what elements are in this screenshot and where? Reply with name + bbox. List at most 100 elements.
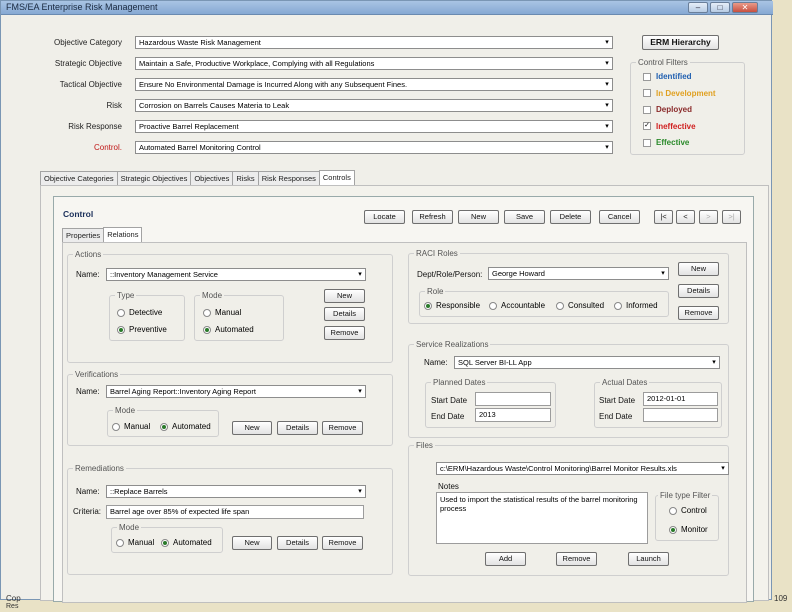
raci-new-button[interactable]: New	[678, 262, 719, 276]
radio-checked-icon	[669, 525, 677, 534]
footer-reserved: Res	[6, 603, 19, 610]
actions-name-select[interactable]: ::Inventory Management Service ▾	[106, 268, 366, 281]
radio-label: Automated	[172, 422, 211, 431]
files-title: Files	[414, 441, 435, 450]
chevron-down-icon: ▾	[709, 357, 719, 368]
actions-details-button[interactable]: Details	[324, 307, 365, 321]
header-row-select[interactable]: Ensure No Environmental Damage is Incurr…	[135, 78, 613, 91]
actions-mode-automated[interactable]: Automated	[203, 325, 254, 334]
raci-remove-button[interactable]: Remove	[678, 306, 719, 320]
files-remove-button[interactable]: Remove	[556, 552, 597, 566]
tab-strategic-objectives[interactable]: Strategic Objectives	[116, 171, 192, 185]
verifications-mode-manual[interactable]: Manual	[112, 422, 150, 431]
next-record-button[interactable]: >	[699, 210, 718, 224]
radio-label: Automated	[215, 325, 254, 334]
locate-button[interactable]: Locate	[364, 210, 405, 224]
actions-mode-manual[interactable]: Manual	[203, 308, 241, 317]
new-button[interactable]: New	[458, 210, 499, 224]
raci-role-responsible[interactable]: Responsible	[424, 301, 480, 310]
files-notes-textarea[interactable]: Used to import the statistical results o…	[436, 492, 648, 544]
tab-controls[interactable]: Controls	[318, 170, 355, 185]
header-row-value: Proactive Barrel Replacement	[139, 122, 239, 131]
checkbox-icon	[643, 89, 651, 98]
filter-label: Ineffective	[656, 121, 696, 131]
filter-identified[interactable]: Identified	[643, 72, 692, 81]
verifications-mode-automated[interactable]: Automated	[160, 422, 211, 431]
control-title: Control	[63, 209, 94, 219]
file-filter-control[interactable]: Control	[669, 506, 707, 515]
files-add-button[interactable]: Add	[485, 552, 526, 566]
verifications-new-button[interactable]: New	[232, 421, 272, 435]
verifications-details-button[interactable]: Details	[277, 421, 318, 435]
file-filter-monitor[interactable]: Monitor	[669, 525, 708, 534]
actions-mode-title: Mode	[200, 291, 225, 300]
radio-icon	[669, 506, 677, 515]
raci-details-button[interactable]: Details	[678, 284, 719, 298]
erm-hierarchy-button[interactable]: ERM Hierarchy	[642, 35, 719, 50]
radio-label: Informed	[626, 301, 658, 310]
remediations-new-button[interactable]: New	[232, 536, 272, 550]
header-row-value: Automated Barrel Monitoring Control	[139, 143, 261, 152]
subtab-relations[interactable]: Relations	[103, 227, 143, 242]
actions-type-detective[interactable]: Detective	[117, 308, 162, 317]
header-row-select[interactable]: Proactive Barrel Replacement ▾	[135, 120, 613, 133]
files-launch-button[interactable]: Launch	[628, 552, 669, 566]
save-button[interactable]: Save	[504, 210, 545, 224]
refresh-button[interactable]: Refresh	[412, 210, 453, 224]
header-row-select[interactable]: Hazardous Waste Risk Management ▾	[135, 36, 613, 49]
remediations-details-button[interactable]: Details	[277, 536, 318, 550]
chevron-down-icon: ▾	[658, 268, 668, 279]
filter-in-development[interactable]: In Development	[643, 89, 716, 98]
filter-label: Identified	[656, 72, 692, 81]
minimize-button[interactable]: –	[688, 2, 708, 13]
header-row-label: Risk	[106, 101, 122, 110]
tab-objectives[interactable]: Objectives	[190, 171, 234, 185]
radio-icon	[117, 308, 125, 317]
verifications-remove-button[interactable]: Remove	[322, 421, 363, 435]
raci-role-accountable[interactable]: Accountable	[489, 301, 545, 310]
actual-start-input[interactable]: 2012-01-01	[643, 392, 718, 406]
actions-type-preventive[interactable]: Preventive	[117, 325, 167, 334]
maximize-button[interactable]: □	[710, 2, 730, 13]
delete-button[interactable]: Delete	[550, 210, 591, 224]
prev-record-button[interactable]: <	[676, 210, 695, 224]
cancel-button[interactable]: Cancel	[599, 210, 640, 224]
close-button[interactable]: ✕	[732, 2, 758, 13]
file-type-filter-title: File type Filter	[658, 491, 713, 500]
raci-title: RACI Roles	[414, 249, 460, 258]
last-record-button[interactable]: >|	[722, 210, 741, 224]
filter-effective[interactable]: Effective	[643, 138, 689, 147]
remediations-name-select[interactable]: ::Replace Barrels ▾	[106, 485, 366, 498]
verifications-name-value: Barrel Aging Report::Inventory Aging Rep…	[110, 387, 256, 396]
remediations-mode-automated[interactable]: Automated	[161, 538, 212, 547]
service-name-select[interactable]: SQL Server BI-LL App ▾	[454, 356, 720, 369]
subtab-properties[interactable]: Properties	[62, 228, 105, 242]
header-row-select[interactable]: Maintain a Safe, Productive Workplace, C…	[135, 57, 613, 70]
radio-checked-icon	[160, 422, 168, 431]
header-row-value: Corrosion on Barrels Causes Materia to L…	[139, 101, 290, 110]
radio-icon	[614, 301, 622, 310]
planned-end-input[interactable]: 2013	[475, 408, 551, 422]
header-row-label: Risk Response	[68, 122, 122, 131]
remediations-mode-manual[interactable]: Manual	[116, 538, 154, 547]
actions-remove-button[interactable]: Remove	[324, 326, 365, 340]
header-row-select[interactable]: Automated Barrel Monitoring Control ▾	[135, 141, 613, 154]
raci-dept-select[interactable]: George Howard ▾	[488, 267, 669, 280]
chevron-down-icon: ▾	[602, 100, 612, 111]
raci-role-informed[interactable]: Informed	[614, 301, 658, 310]
tab-objective-categories[interactable]: Objective Categories	[40, 171, 118, 185]
remediations-remove-button[interactable]: Remove	[322, 536, 363, 550]
actual-end-input[interactable]	[643, 408, 718, 422]
planned-start-input[interactable]	[475, 392, 551, 406]
header-row-select[interactable]: Corrosion on Barrels Causes Materia to L…	[135, 99, 613, 112]
tab-risks[interactable]: Risks	[232, 171, 259, 185]
tab-risk-responses[interactable]: Risk Responses	[257, 171, 320, 185]
verifications-name-select[interactable]: Barrel Aging Report::Inventory Aging Rep…	[106, 385, 366, 398]
actions-new-button[interactable]: New	[324, 289, 365, 303]
filter-deployed[interactable]: Deployed	[643, 105, 692, 114]
raci-role-consulted[interactable]: Consulted	[556, 301, 604, 310]
remediations-criteria-input[interactable]: Barrel age over 85% of expected life spa…	[106, 505, 364, 519]
files-path-select[interactable]: c:\ERM\Hazardous Waste\Control Monitorin…	[436, 462, 729, 475]
first-record-button[interactable]: |<	[654, 210, 673, 224]
filter-ineffective[interactable]: ✓ Ineffective	[643, 122, 696, 131]
